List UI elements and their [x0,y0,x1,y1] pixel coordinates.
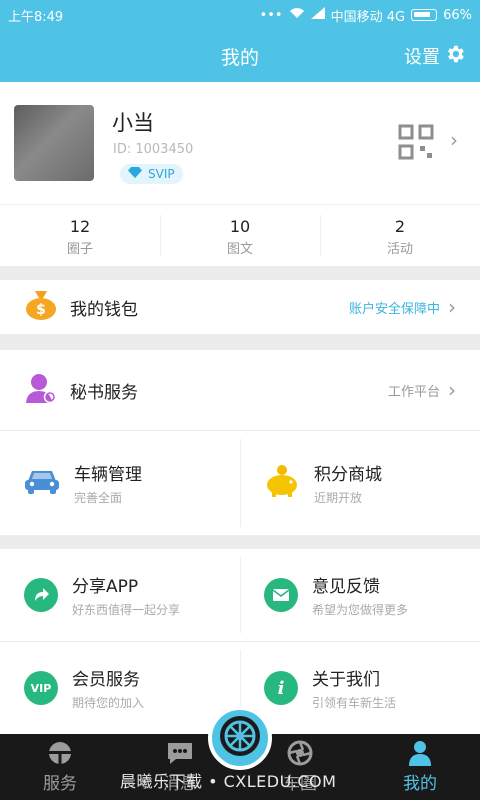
secretary-row[interactable]: 秘书服务 工作平台 › [0,350,480,430]
tab-mine[interactable]: 我的 [360,734,480,800]
stat-value: 10 [229,217,251,236]
piggy-bank-icon [264,464,300,502]
vip-icon: VIP [24,671,58,705]
stat-posts[interactable]: 10 图文 [160,205,320,266]
stat-value: 12 [69,217,91,236]
wifi-icon [289,7,305,23]
person-icon [408,739,432,767]
secretary-hint: 工作平台 › [388,378,456,402]
wallet-row[interactable]: $ 我的钱包 账户安全保障中 › [0,280,480,334]
feedback-item[interactable]: 意见反馈 希望为您做得更多 [240,549,480,641]
qrcode-icon[interactable] [398,124,434,160]
vehicle-management-item[interactable]: 车辆管理 完善全面 [0,431,240,535]
chevron-right-icon: › [448,378,456,402]
item-title: 车辆管理 [74,465,142,485]
status-time: 上午8:49 [8,9,64,25]
tab-services[interactable]: 服务 [0,734,120,800]
stat-label: 图文 [226,242,253,257]
nav-bar: 我的 设置 [0,30,480,82]
status-carrier: 中国移动 4G [330,9,406,25]
vip-service-item[interactable]: VIP 会员服务 期待您的加入 [0,642,240,734]
settings-label: 设置 [404,47,440,68]
wheel-icon [218,714,262,762]
svip-badge: SVIP [120,164,183,184]
aperture-icon [287,739,313,767]
item-title: 会员服务 [72,670,140,690]
secretary-label: 秘书服务 [70,382,138,403]
username: 小当 [112,111,154,135]
svg-text:$: $ [36,302,46,318]
chat-icon [166,739,194,767]
more-icon: ••• [259,7,283,23]
secretary-workspace: 工作平台 [387,384,440,400]
wallet-status: 账户安全保障中 [348,301,440,317]
battery-icon [411,9,438,21]
wallet-hint: 账户安全保障中 › [349,295,456,319]
item-subtitle: 完善全面 [74,491,123,505]
car-icon [24,467,60,499]
grid-share-feedback: 分享APP 好东西值得一起分享 意见反馈 希望为您做得更多 [0,549,480,641]
user-id: ID: 1003450 [113,142,194,157]
chevron-right-icon: › [448,295,456,319]
item-title: 积分商城 [314,465,382,485]
stat-events[interactable]: 2 活动 [320,205,480,266]
share-icon [24,578,58,612]
money-bag-icon: $ [24,289,58,325]
item-subtitle: 希望为您做得更多 [312,603,409,617]
tab-label: 服务 [43,774,77,794]
chevron-right-icon: › [450,128,458,152]
stat-circles[interactable]: 12 圈子 [0,205,160,266]
avatar[interactable] [14,105,94,181]
stat-label: 活动 [386,242,413,257]
stat-label: 圈子 [66,242,93,257]
item-subtitle: 引领有车新生活 [312,696,397,710]
svip-label: SVIP [148,167,175,181]
page-title: 我的 [220,46,259,69]
status-bar: 上午8:49 ••• 中国移动 4G 66% [0,0,480,30]
profile-card[interactable]: 小当 ID: 1003450 SVIP › [0,82,480,204]
status-battery: 66% [443,7,472,23]
item-subtitle: 期待您的加入 [72,696,145,710]
center-wheel-button[interactable] [208,706,272,770]
steering-wheel-icon [47,739,73,767]
item-title: 分享APP [72,577,139,597]
stats-bar: 12 圈子 10 图文 2 活动 [0,204,480,266]
settings-button[interactable]: 设置 [404,30,466,82]
points-mall-item[interactable]: 积分商城 近期开放 [240,431,480,535]
diamond-icon [128,167,142,181]
gear-icon [444,43,466,70]
watermark: 晨曦乐下载 • CXLEDU.COM [120,772,337,791]
share-app-item[interactable]: 分享APP 好东西值得一起分享 [0,549,240,641]
item-subtitle: 好东西值得一起分享 [72,603,181,617]
grid-vehicle-mall: 车辆管理 完善全面 积分商城 近期开放 [0,431,480,535]
signal-icon [310,7,325,23]
secretary-icon [24,371,58,409]
item-title: 关于我们 [312,670,380,690]
item-title: 意见反馈 [312,577,380,597]
stat-value: 2 [394,217,406,236]
wallet-label: 我的钱包 [70,299,138,320]
mail-icon [264,578,298,612]
item-subtitle: 近期开放 [314,491,363,505]
tab-label: 我的 [403,774,437,794]
info-icon: i [264,671,298,705]
about-us-item[interactable]: i 关于我们 引领有车新生活 [240,642,480,734]
